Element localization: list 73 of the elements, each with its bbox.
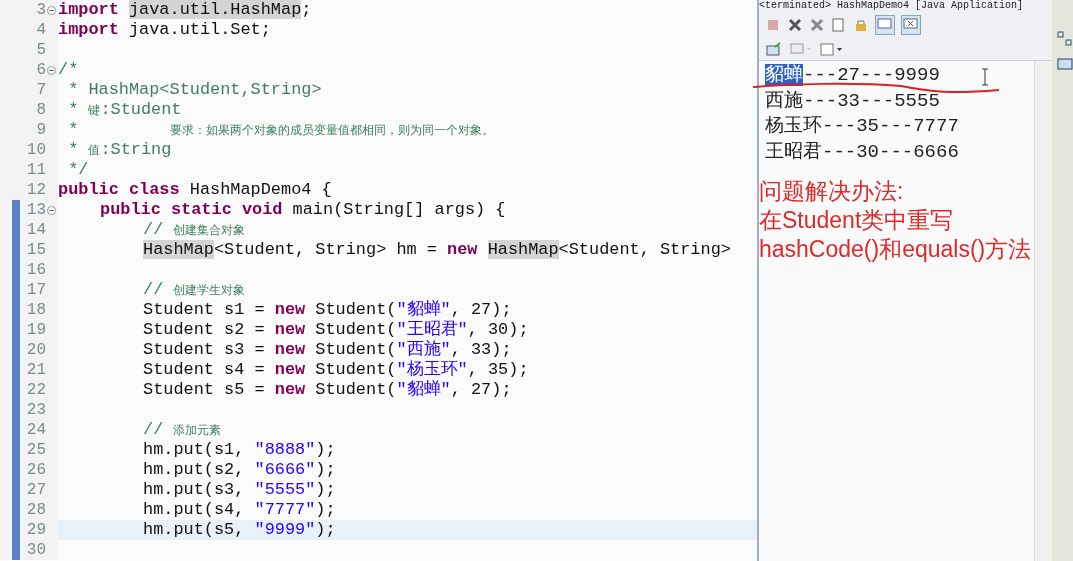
line-number: 11 (25, 161, 46, 179)
console-line: 杨玉环---35---7777 (765, 114, 960, 139)
line-number: 3 (35, 1, 46, 19)
line-number: 7 (35, 81, 46, 99)
code-line: public class HashMapDemo4 { (58, 180, 332, 200)
line-number: 5 (35, 41, 46, 59)
line-number: 10 (25, 141, 46, 159)
code-line: Student s2 = new Student("王昭君", 30); (143, 320, 529, 340)
document-icon[interactable] (831, 17, 847, 33)
line-number: 27 (25, 481, 46, 499)
line-number: 6 (35, 61, 46, 79)
text-cursor-icon (981, 68, 989, 86)
code-line: Student s5 = new Student("貂蝉", 27); (143, 380, 512, 400)
remove-icon[interactable] (787, 17, 803, 33)
code-line: HashMap<Student, String> hm = new HashMap<Student, String> (143, 240, 731, 260)
code-line: * HashMap<Student,String> (67, 80, 322, 100)
collapse-icon[interactable] (47, 205, 56, 215)
code-line: public static void main(String[] args) { (100, 200, 506, 220)
code-line: hm.put(s3, "5555"); (143, 480, 336, 500)
code-line: * 键:Student (67, 100, 182, 120)
annotation-text: 问题解决办法: (759, 177, 905, 206)
code-line: // 创建集合对象 (143, 220, 246, 240)
code-line: hm.put(s2, "6666"); (143, 460, 336, 480)
annotation-text: hashCode()和equals()方法 (759, 235, 1033, 264)
open-console-icon[interactable] (819, 41, 845, 57)
line-number: 16 (25, 261, 46, 279)
code-line: hm.put(s1, "8888"); (143, 440, 336, 460)
code-line: Student s1 = new Student("貂蝉", 27); (143, 300, 512, 320)
code-line: Student s3 = new Student("西施", 33); (143, 340, 512, 360)
stop-icon[interactable] (765, 17, 781, 33)
line-number: 29 (25, 521, 46, 539)
console-line: 西施---33---5555 (765, 88, 941, 114)
code-line: hm.put(s4, "7777"); (143, 500, 336, 520)
console-line: 王昭君---30---6666 (765, 139, 960, 165)
line-number: 24 (25, 421, 46, 439)
line-number: 8 (35, 101, 46, 119)
line-number: 9 (35, 121, 46, 139)
code-line: Student s4 = new Student("杨玉环", 35); (143, 360, 529, 380)
pin-icon[interactable] (765, 41, 783, 57)
line-number: 19 (25, 321, 46, 339)
console-error-icon[interactable] (901, 15, 921, 35)
console-icon[interactable] (875, 15, 895, 35)
scrollbar[interactable] (1034, 61, 1052, 561)
collapse-icon[interactable] (47, 65, 56, 75)
code-line: // 添加元素 (143, 420, 222, 440)
collapse-icon[interactable] (47, 5, 56, 15)
line-number: 26 (25, 461, 46, 479)
line-number: 18 (25, 301, 46, 319)
line-number: 21 (25, 361, 46, 379)
lock-icon[interactable] (853, 17, 869, 33)
line-number: 15 (25, 241, 46, 259)
line-number: 13 (25, 201, 46, 219)
console-title: <terminated> HashMapDemo4 [Java Application] (759, 0, 1025, 12)
code-line: * 值:String (67, 140, 172, 160)
outline-icon[interactable] (1056, 30, 1073, 48)
code-line: */ (67, 160, 89, 180)
code-line: hm.put(s5, "9999"); (143, 520, 336, 540)
line-number: 17 (25, 281, 46, 299)
remove-all-icon[interactable] (809, 17, 825, 33)
line-number: 22 (25, 381, 46, 399)
line-number: 4 (35, 21, 46, 39)
code-line: /* (58, 60, 79, 80)
line-number: 30 (25, 541, 46, 559)
code-line: // 创建学生对象 (143, 280, 246, 300)
line-number: 20 (25, 341, 46, 359)
annotation-text: 在Student类中重写 (759, 206, 955, 235)
line-number: 14 (25, 221, 46, 239)
code-line: * 要求：如果两个对象的成员变量值都相同，则为同一个对象。 (67, 120, 494, 140)
code-line: import java.util.Set; (58, 20, 271, 40)
line-number: 28 (25, 501, 46, 519)
line-number: 25 (25, 441, 46, 459)
line-number: 23 (25, 401, 46, 419)
line-number: 12 (25, 181, 46, 199)
